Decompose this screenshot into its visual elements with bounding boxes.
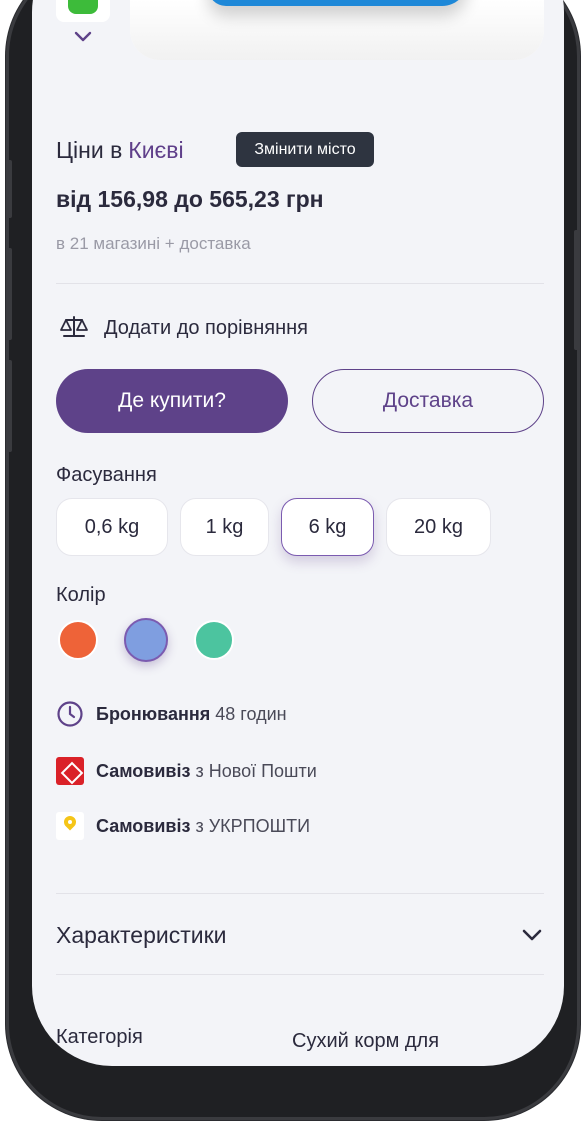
clock-icon — [56, 700, 84, 728]
up-pickup-label: Самовивіз — [96, 815, 191, 836]
add-to-compare[interactable]: Додати до порівняння — [58, 314, 308, 342]
compare-label: Додати до порівняння — [104, 316, 308, 339]
category-value: Сухий корм для — [292, 1030, 440, 1052]
packaging-title: Фасування — [56, 464, 157, 486]
np-pickup-label: Самовивіз — [96, 760, 191, 781]
product-thumbnail[interactable] — [56, 0, 110, 22]
volume-up-button — [6, 248, 12, 340]
change-city-button[interactable]: Змінити місто — [236, 132, 374, 167]
volume-down-button — [6, 360, 12, 452]
divider — [56, 283, 544, 284]
mute-switch — [6, 160, 12, 218]
color-swatch-blue-selected[interactable] — [124, 618, 168, 662]
color-swatch-orange[interactable] — [58, 620, 98, 660]
city-name-link[interactable]: Києві — [128, 137, 183, 164]
city-price-label: Ціни в — [56, 136, 123, 163]
ukrposhta-pickup-row: Самовивіз з УКРПОШТИ — [56, 812, 310, 840]
packaging-option[interactable]: 1 kg — [180, 498, 269, 556]
where-to-buy-button[interactable]: Де купити? — [56, 369, 288, 433]
thumbnail-pack-image — [68, 0, 98, 14]
nova-poshta-pickup-row: Самовивіз з Нової Пошти — [56, 757, 317, 785]
delivery-button[interactable]: Доставка — [312, 369, 544, 433]
divider — [56, 974, 544, 975]
ukrposhta-logo-icon — [56, 812, 84, 840]
up-pickup-text: з УКРПОШТИ — [195, 815, 311, 836]
divider — [56, 893, 544, 894]
packaging-options: 0,6 kg 1 kg 6 kg 20 kg — [56, 498, 503, 556]
characteristics-accordion[interactable]: Характеристики — [56, 917, 544, 953]
shops-info: в 21 магазині + доставка — [56, 234, 251, 253]
nova-poshta-logo-icon — [56, 757, 84, 785]
scales-icon — [60, 316, 88, 337]
color-options — [58, 618, 260, 662]
packaging-option[interactable]: 20 kg — [386, 498, 491, 556]
packaging-option-selected[interactable]: 6 kg — [281, 498, 374, 556]
product-main-image[interactable] — [130, 0, 544, 60]
city-price-row: Ціни в Києві Змінити місто — [56, 132, 374, 168]
gallery-chevron-down-icon[interactable] — [72, 28, 94, 46]
category-label: Категорія — [56, 1026, 143, 1048]
characteristics-title: Характеристики — [56, 921, 227, 948]
color-title: Колір — [56, 584, 106, 606]
power-button — [574, 230, 580, 350]
packaging-option[interactable]: 0,6 kg — [56, 498, 168, 556]
np-pickup-text: з Нової Пошти — [195, 760, 317, 781]
chevron-down-icon — [522, 929, 542, 941]
color-swatch-green[interactable] — [194, 620, 234, 660]
price-range: від 156,98 до 565,23 грн — [56, 186, 324, 212]
reservation-label: Бронювання — [96, 703, 211, 724]
product-bag-image — [208, 0, 468, 6]
reservation-time: 48 годин — [215, 703, 287, 724]
reservation-row: Бронювання 48 годин — [56, 700, 287, 728]
screen: Ціни в Києві Змінити місто від 156,98 до… — [32, 0, 564, 1066]
phone-frame: Ціни в Києві Змінити місто від 156,98 до… — [6, 0, 580, 1120]
